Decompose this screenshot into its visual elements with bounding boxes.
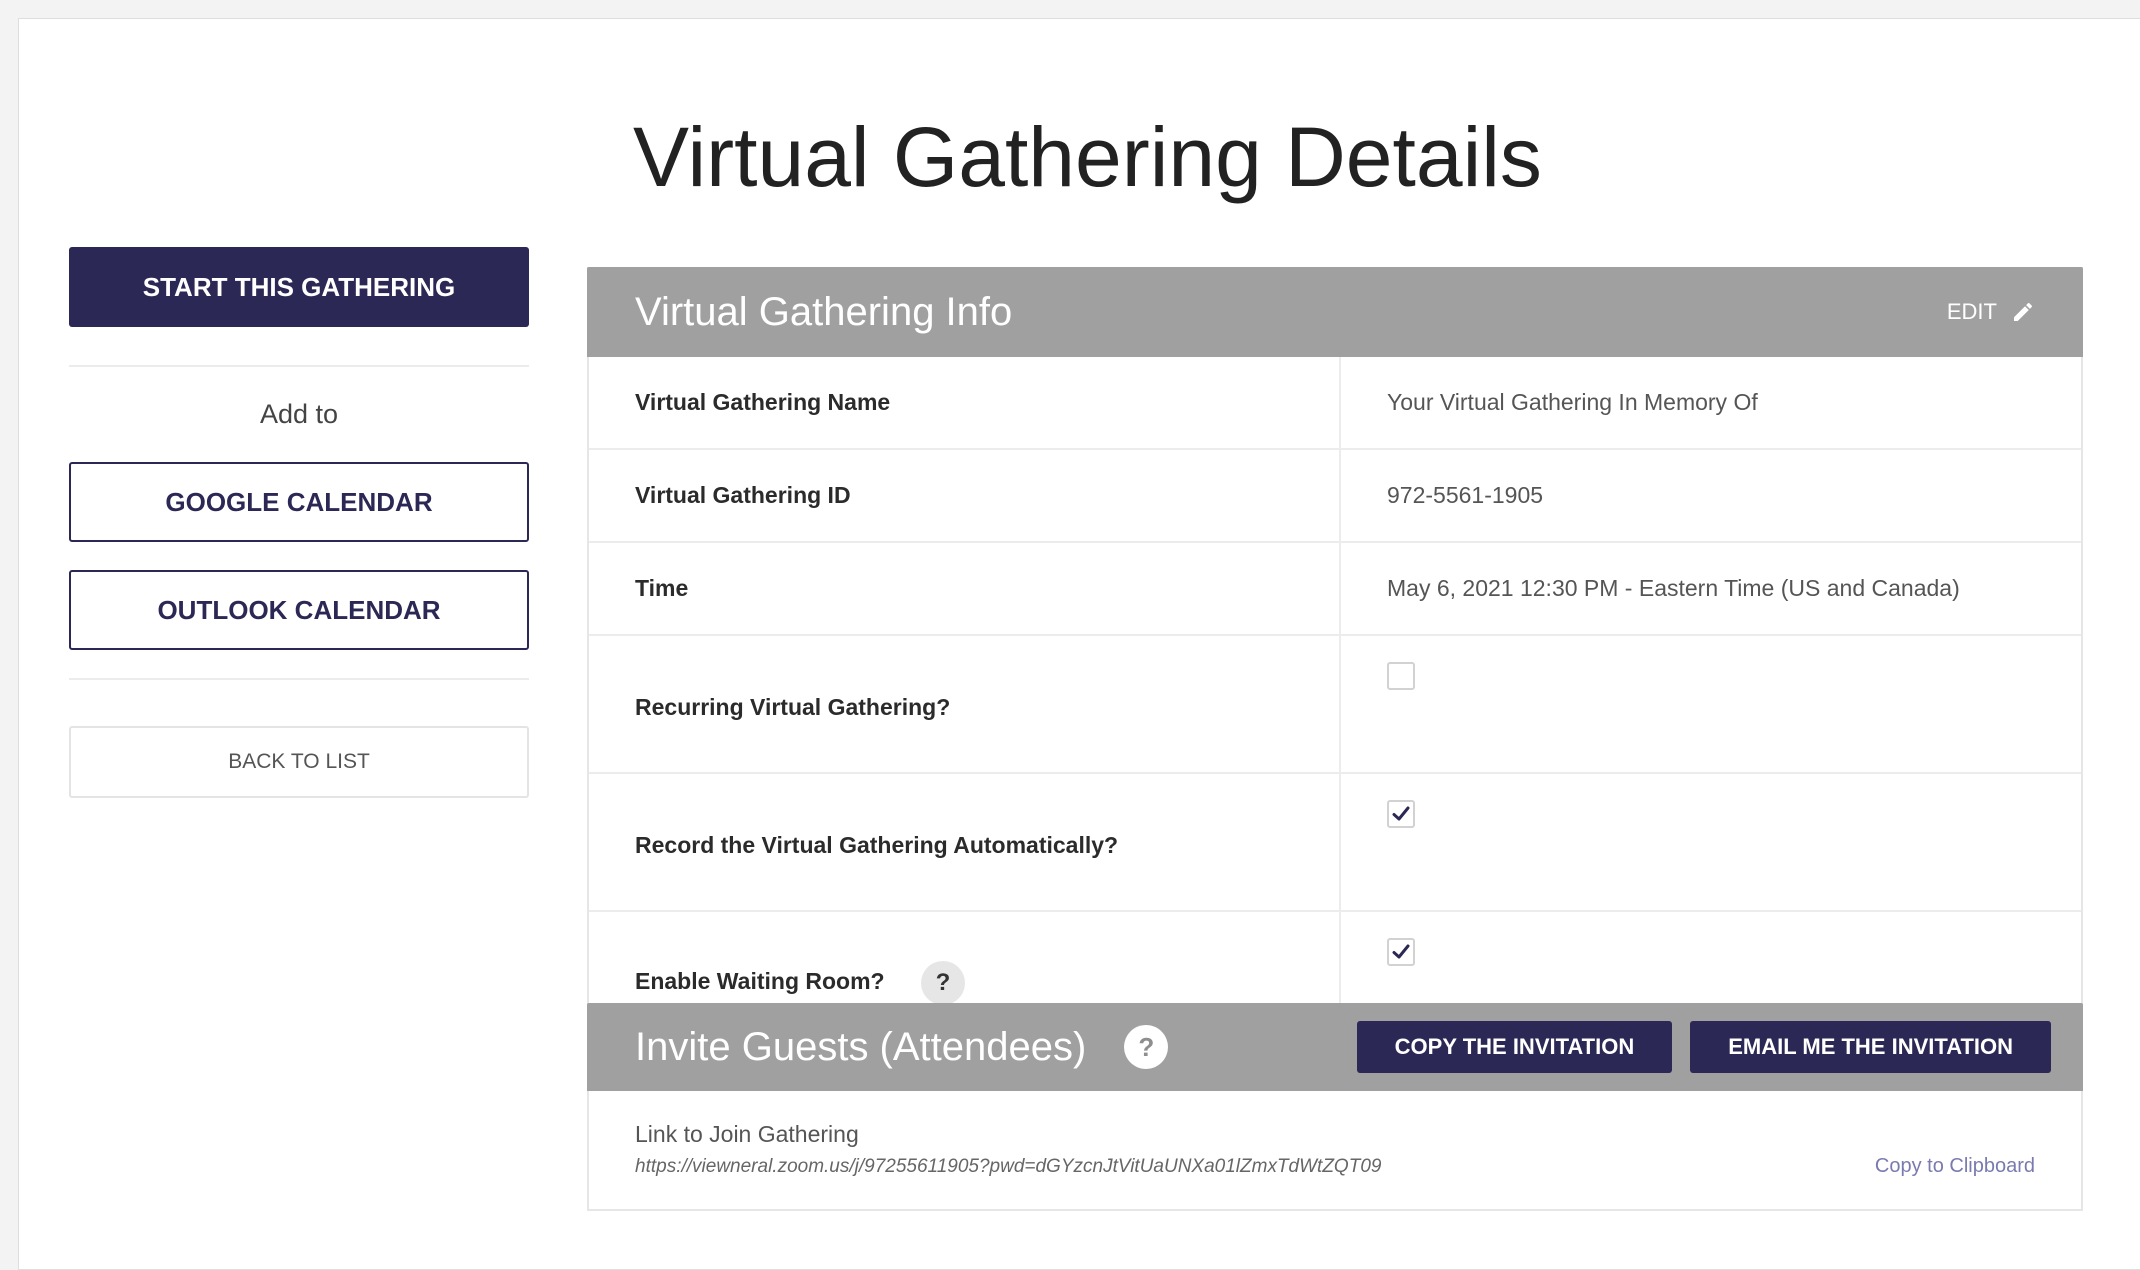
invite-guests-panel: Invite Guests (Attendees) ? COPY THE INV… <box>587 1003 2083 1211</box>
table-row: Recurring Virtual Gathering? <box>589 634 2081 773</box>
invite-actions: COPY THE INVITATION EMAIL ME THE INVITAT… <box>1356 1021 2051 1073</box>
sidebar: START THIS GATHERING Add to GOOGLE CALEN… <box>69 247 529 798</box>
add-to-label: Add to <box>259 399 339 429</box>
copy-to-clipboard-link[interactable]: Copy to Clipboard <box>1875 1155 2035 1178</box>
gathering-info-table: Virtual Gathering Name Your Virtual Gath… <box>589 357 2081 1048</box>
row-label: Virtual Gathering Name <box>589 357 1341 449</box>
start-gathering-button[interactable]: START THIS GATHERING <box>69 247 529 327</box>
row-label: Enable Waiting Room? <box>635 968 885 995</box>
waiting-room-checkbox[interactable] <box>1387 938 1415 966</box>
recurring-checkbox[interactable] <box>1387 662 1415 690</box>
copy-invitation-button[interactable]: COPY THE INVITATION <box>1356 1021 1673 1073</box>
time-value: May 6, 2021 12:30 PM - Eastern Time (US … <box>1340 541 2081 635</box>
gathering-info-panel: Virtual Gathering Info EDIT Virtual Gath… <box>587 267 2083 1050</box>
gathering-info-title: Virtual Gathering Info <box>635 289 1013 334</box>
sidebar-divider <box>69 365 529 367</box>
edit-button[interactable]: EDIT <box>1947 299 2035 325</box>
table-row: Record the Virtual Gathering Automatical… <box>589 772 2081 911</box>
row-label: Recurring Virtual Gathering? <box>589 634 1341 773</box>
help-icon[interactable]: ? <box>920 961 965 1005</box>
table-row: Virtual Gathering ID 972-5561-1905 <box>589 448 2081 542</box>
edit-label: EDIT <box>1946 299 1997 324</box>
help-icon[interactable]: ? <box>1124 1025 1169 1069</box>
gathering-name-value: Your Virtual Gathering In Memory Of <box>1387 389 1758 415</box>
invite-guests-header: Invite Guests (Attendees) ? COPY THE INV… <box>587 1003 2083 1091</box>
join-link-url: https://viewneral.zoom.us/j/97255611905?… <box>635 1156 1382 1177</box>
email-invitation-button[interactable]: EMAIL ME THE INVITATION <box>1690 1021 2051 1073</box>
checkmark-icon <box>1392 806 1410 821</box>
page-card: Virtual Gathering Details START THIS GAT… <box>18 18 2140 1270</box>
invite-guests-title: Invite Guests (Attendees) <box>635 1024 1087 1069</box>
checkmark-icon <box>1392 944 1410 959</box>
gathering-id-value: 972-5561-1905 <box>1340 448 2081 542</box>
join-link-label: Link to Join Gathering <box>635 1121 859 1147</box>
row-label: Time <box>589 541 1341 635</box>
pencil-icon <box>2011 300 2035 324</box>
sidebar-divider <box>69 678 529 680</box>
invite-body: Link to Join Gathering https://viewneral… <box>589 1091 2081 1209</box>
row-label: Virtual Gathering ID <box>589 448 1341 542</box>
outlook-calendar-button[interactable]: OUTLOOK CALENDAR <box>69 570 529 650</box>
page-title: Virtual Gathering Details <box>633 110 1542 204</box>
google-calendar-button[interactable]: GOOGLE CALENDAR <box>69 462 529 542</box>
table-row: Virtual Gathering Name Your Virtual Gath… <box>589 357 2081 449</box>
gathering-info-header: Virtual Gathering Info EDIT <box>587 267 2083 357</box>
table-row: Time May 6, 2021 12:30 PM - Eastern Time… <box>589 541 2081 635</box>
row-label: Record the Virtual Gathering Automatical… <box>589 772 1341 911</box>
back-to-list-button[interactable]: BACK TO LIST <box>69 726 529 798</box>
record-automatically-checkbox[interactable] <box>1387 800 1415 828</box>
